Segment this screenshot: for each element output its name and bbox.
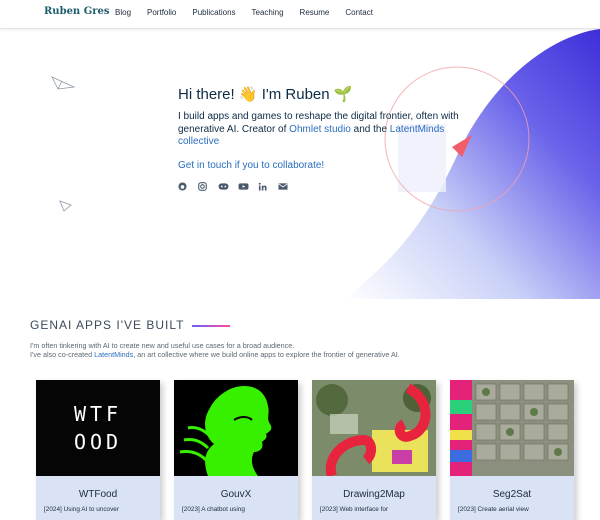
seg2sat-thumbnail xyxy=(450,380,574,476)
email-icon[interactable] xyxy=(278,182,288,191)
youtube-icon[interactable] xyxy=(238,182,249,191)
nav-menu: Blog Portfolio Publications Teaching Res… xyxy=(115,8,389,17)
ohmlet-studio-link[interactable]: Ohmlet studio xyxy=(289,124,351,135)
drawing2map-thumbnail xyxy=(312,380,436,476)
nav-link-teaching[interactable]: Teaching xyxy=(252,8,284,17)
wtfood-thumbnail: WTF OOD xyxy=(36,380,160,476)
hero-text: Hi there! 👋 I'm Ruben 🌱 I build apps and… xyxy=(178,85,468,191)
get-in-touch-link[interactable]: Get in touch if you to collaborate! xyxy=(178,160,324,171)
nav-link-resume[interactable]: Resume xyxy=(300,8,330,17)
github-icon[interactable] xyxy=(178,181,187,191)
app-card-gouvx[interactable]: GouvX [2023] A chatbot using xyxy=(174,380,298,520)
app-card-wtfood[interactable]: WTF OOD WTFood [2024] Using AI to uncove… xyxy=(36,380,160,520)
nav-link-portfolio[interactable]: Portfolio xyxy=(147,8,176,17)
apps-description: I'm often tinkering with AI to create ne… xyxy=(30,341,570,359)
hero-intro: I build apps and games to reshape the di… xyxy=(178,111,468,149)
linkedin-icon[interactable] xyxy=(258,182,267,191)
title-underline-decor xyxy=(192,325,230,327)
contact-cta: Get in touch if you to collaborate! xyxy=(178,160,468,171)
discord-icon[interactable] xyxy=(218,182,229,191)
triangle-decor-icon xyxy=(59,200,72,212)
brand-link[interactable]: Ruben Gres xyxy=(44,6,110,17)
top-navbar: Ruben Gres Blog Portfolio Publications T… xyxy=(0,0,600,29)
app-card-seg2sat[interactable]: Seg2Sat [2023] Create aerial view xyxy=(450,380,574,520)
gouvx-thumbnail xyxy=(174,380,298,476)
card-title: Seg2Sat xyxy=(492,489,532,500)
social-links xyxy=(178,181,468,191)
wtfood-logo-line2: OOD xyxy=(73,430,123,454)
nav-link-publications[interactable]: Publications xyxy=(192,8,235,17)
hero-greeting: Hi there! 👋 I'm Ruben 🌱 xyxy=(178,86,353,103)
latentminds-inline-link[interactable]: LatentMinds xyxy=(94,350,133,359)
instagram-icon[interactable] xyxy=(198,181,207,191)
card-title: WTFood xyxy=(78,489,118,500)
hero-section: Hi there! 👋 I'm Ruben 🌱 I build apps and… xyxy=(0,29,600,299)
apps-desc-line2: I've also co-created LatentMinds, an art… xyxy=(30,349,400,359)
wtfood-logo-line1: WTF xyxy=(73,402,123,426)
nav-link-contact[interactable]: Contact xyxy=(345,8,373,17)
apps-section-title: GENAI APPS I'VE BUILT xyxy=(30,318,185,332)
app-card-drawing2map[interactable]: Drawing2Map [2023] Web interface for xyxy=(312,380,436,520)
card-title: Drawing2Map xyxy=(343,489,405,500)
intro-text-mid: and the xyxy=(350,123,390,135)
paper-plane-icon xyxy=(51,76,76,90)
card-title: GouvX xyxy=(220,489,252,500)
nav-link-blog[interactable]: Blog xyxy=(115,8,131,17)
